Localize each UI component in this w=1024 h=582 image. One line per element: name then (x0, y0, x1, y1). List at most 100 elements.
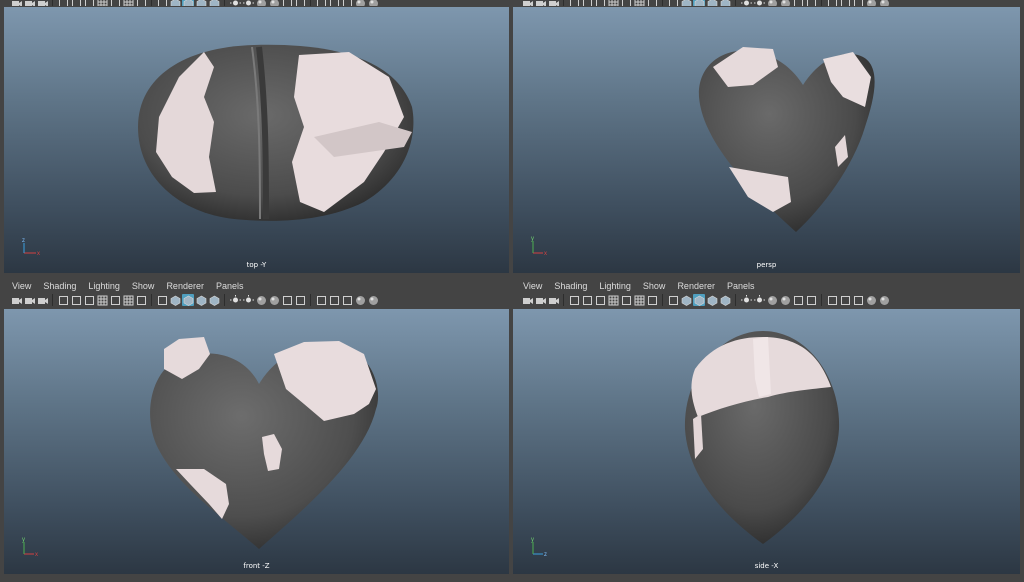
xray-active-icon[interactable] (341, 0, 353, 6)
xray-joints-icon[interactable] (328, 0, 340, 6)
camera-select-icon[interactable] (534, 294, 546, 306)
gamma-icon[interactable] (367, 294, 379, 306)
antialias-icon[interactable] (792, 294, 804, 306)
shadows-icon[interactable] (753, 294, 765, 306)
depth-of-field-icon[interactable] (294, 0, 306, 6)
textured-icon[interactable] (719, 0, 731, 6)
smooth-shade-icon[interactable] (693, 0, 705, 6)
motion-blur-icon[interactable] (268, 0, 280, 6)
camera-lock-icon[interactable] (36, 294, 48, 306)
camera-icon[interactable] (10, 294, 22, 306)
camera-select-icon[interactable] (23, 0, 35, 6)
safe-area-icon[interactable] (109, 0, 121, 6)
wireframe-icon[interactable] (169, 294, 181, 306)
exposure-icon[interactable] (354, 0, 366, 6)
wireframe-on-shaded-icon[interactable] (706, 294, 718, 306)
isolate-select-icon[interactable] (315, 0, 327, 6)
depth-of-field-icon[interactable] (805, 0, 817, 6)
menu-view[interactable]: View (12, 281, 31, 291)
xray-active-icon[interactable] (852, 294, 864, 306)
isolate-select-icon[interactable] (315, 294, 327, 306)
camera-lock-icon[interactable] (547, 294, 559, 306)
wireframe-on-shaded-icon[interactable] (706, 0, 718, 6)
grid-icon[interactable] (607, 294, 619, 306)
ambient-occlusion-icon[interactable] (766, 0, 778, 6)
safe-area-icon[interactable] (109, 294, 121, 306)
bookmark-icon[interactable] (57, 0, 69, 6)
wireframe-icon[interactable] (680, 0, 692, 6)
shadows-icon[interactable] (242, 0, 254, 6)
viewport-front[interactable]: x y front -Z (4, 309, 509, 574)
lights-icon[interactable] (740, 0, 752, 6)
xray-icon[interactable] (156, 294, 168, 306)
grid-icon[interactable] (607, 0, 619, 6)
menu-show[interactable]: Show (132, 281, 155, 291)
lights-icon[interactable] (229, 0, 241, 6)
xray-joints-icon[interactable] (328, 294, 340, 306)
lights-icon[interactable] (740, 294, 752, 306)
menu-show[interactable]: Show (643, 281, 666, 291)
camera-icon[interactable] (10, 0, 22, 6)
xray-active-icon[interactable] (341, 294, 353, 306)
motion-blur-icon[interactable] (779, 0, 791, 6)
motion-blur-icon[interactable] (268, 294, 280, 306)
field-chart-icon[interactable] (135, 294, 147, 306)
grid-icon[interactable] (96, 294, 108, 306)
depth-of-field-icon[interactable] (805, 294, 817, 306)
grid-icon[interactable] (96, 0, 108, 6)
wireframe-icon[interactable] (680, 294, 692, 306)
film-gate-icon[interactable] (70, 294, 82, 306)
gamma-icon[interactable] (367, 0, 379, 6)
menu-shading[interactable]: Shading (43, 281, 76, 291)
menu-shading[interactable]: Shading (554, 281, 587, 291)
xray-icon[interactable] (667, 294, 679, 306)
smooth-shade-icon[interactable] (693, 294, 705, 306)
viewport-top[interactable]: x z top -Y (4, 7, 509, 273)
camera-lock-icon[interactable] (36, 0, 48, 6)
viewport-side[interactable]: z y side -X (513, 309, 1020, 574)
camera-select-icon[interactable] (534, 0, 546, 6)
lights-icon[interactable] (229, 294, 241, 306)
ambient-occlusion-icon[interactable] (255, 294, 267, 306)
viewport-persp[interactable]: x y persp (513, 7, 1020, 273)
bookmark-icon[interactable] (568, 0, 580, 6)
camera-lock-icon[interactable] (547, 0, 559, 6)
safe-area-icon[interactable] (620, 294, 632, 306)
depth-of-field-icon[interactable] (294, 294, 306, 306)
xray-active-icon[interactable] (852, 0, 864, 6)
textured-icon[interactable] (208, 0, 220, 6)
xray-icon[interactable] (156, 0, 168, 6)
textured-icon[interactable] (719, 294, 731, 306)
xray-joints-icon[interactable] (839, 294, 851, 306)
menu-renderer[interactable]: Renderer (677, 281, 715, 291)
image-plane-icon[interactable] (594, 294, 606, 306)
antialias-icon[interactable] (281, 0, 293, 6)
field-chart-icon[interactable] (646, 0, 658, 6)
shadows-icon[interactable] (242, 294, 254, 306)
shadows-icon[interactable] (753, 0, 765, 6)
menu-lighting[interactable]: Lighting (88, 281, 120, 291)
menu-lighting[interactable]: Lighting (599, 281, 631, 291)
gamma-icon[interactable] (878, 0, 890, 6)
smooth-shade-icon[interactable] (182, 0, 194, 6)
camera-icon[interactable] (521, 294, 533, 306)
isolate-select-icon[interactable] (826, 0, 838, 6)
xray-icon[interactable] (667, 0, 679, 6)
exposure-icon[interactable] (865, 0, 877, 6)
film-gate-icon[interactable] (581, 294, 593, 306)
menu-panels[interactable]: Panels (727, 281, 755, 291)
ambient-occlusion-icon[interactable] (255, 0, 267, 6)
camera-icon[interactable] (521, 0, 533, 6)
motion-blur-icon[interactable] (779, 294, 791, 306)
antialias-icon[interactable] (792, 0, 804, 6)
image-plane-icon[interactable] (83, 0, 95, 6)
wireframe-icon[interactable] (169, 0, 181, 6)
ambient-occlusion-icon[interactable] (766, 294, 778, 306)
xray-joints-icon[interactable] (839, 0, 851, 6)
field-chart-icon[interactable] (135, 0, 147, 6)
safe-area-icon[interactable] (620, 0, 632, 6)
menu-panels[interactable]: Panels (216, 281, 244, 291)
resolution-gate-icon[interactable] (122, 294, 134, 306)
resolution-gate-icon[interactable] (633, 0, 645, 6)
wireframe-on-shaded-icon[interactable] (195, 0, 207, 6)
